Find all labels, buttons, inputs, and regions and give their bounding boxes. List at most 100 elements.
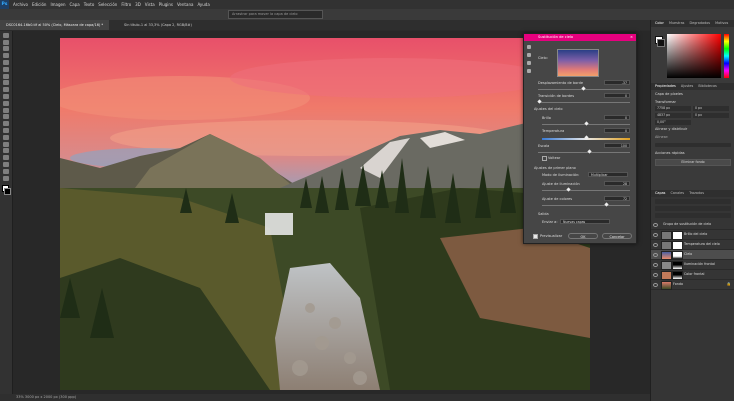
menu-capa[interactable]: Capa [70, 2, 80, 7]
layer-mask-thumbnail[interactable] [672, 241, 683, 250]
tab-layers[interactable]: Capas [655, 191, 665, 195]
tab-properties[interactable]: Propiedades [655, 84, 676, 88]
path-select-tool-icon[interactable] [3, 148, 9, 154]
scale-value[interactable]: 100 [604, 143, 630, 148]
visibility-eye-icon[interactable] [653, 233, 658, 237]
tab-adjustments[interactable]: Ajustes [681, 84, 693, 88]
preview-checkbox[interactable] [533, 234, 538, 239]
ok-button[interactable]: OK [568, 233, 598, 239]
edge-shift-slider[interactable] [538, 86, 630, 91]
history-brush-tool-icon[interactable] [3, 100, 9, 106]
flip-checkbox[interactable] [542, 156, 547, 161]
slider-knob[interactable] [587, 149, 592, 154]
height-field[interactable]: 4837 px [655, 113, 691, 118]
layer-row-front-lighting[interactable]: Iluminación frontal [651, 260, 734, 270]
eraser-tool-icon[interactable] [3, 107, 9, 113]
fade-edge-value[interactable]: 0 [604, 93, 630, 98]
fade-edge-slider[interactable] [537, 99, 630, 104]
tab-gradients[interactable]: Degradados [690, 21, 711, 25]
photoshop-logo[interactable]: Ps [0, 0, 9, 9]
hand-tool-icon[interactable] [527, 61, 531, 65]
type-tool-icon[interactable] [3, 141, 9, 147]
dialog-title-bar[interactable]: Sustitución de cielo × [524, 34, 636, 41]
scale-slider[interactable] [538, 149, 630, 154]
cancel-button[interactable]: Cancelar [602, 233, 632, 239]
layer-mask-thumbnail[interactable] [672, 261, 683, 270]
output-to-select[interactable]: Nuevas capas [560, 219, 610, 224]
menu-texto[interactable]: Texto [84, 2, 95, 7]
color-adjustment-slider[interactable] [542, 202, 630, 207]
layer-mask-thumbnail[interactable] [672, 271, 683, 280]
dodge-tool-icon[interactable] [3, 127, 9, 133]
zoom-tool-icon[interactable] [527, 69, 531, 73]
document-canvas[interactable] [60, 38, 590, 390]
hand-tool-icon[interactable] [3, 161, 9, 167]
pen-tool-icon[interactable] [3, 134, 9, 140]
menu-vista[interactable]: Vista [145, 2, 155, 7]
slider-knob[interactable] [584, 121, 589, 126]
sky-adjustments-header[interactable]: Ajustes del cielo [534, 107, 563, 111]
sky-preset-thumbnail[interactable] [557, 49, 599, 77]
stamp-tool-icon[interactable] [3, 93, 9, 99]
temperature-slider[interactable] [542, 135, 630, 140]
more-tools-icon[interactable] [3, 175, 9, 181]
zoom-tool-icon[interactable] [3, 168, 9, 174]
blend-mode-row[interactable] [655, 206, 731, 211]
tab-libraries[interactable]: Bibliotecas [698, 84, 717, 88]
color-adjustment-value[interactable]: 72 [604, 196, 630, 201]
blur-tool-icon[interactable] [3, 121, 9, 127]
align-buttons-row[interactable] [655, 143, 731, 147]
healing-tool-icon[interactable] [3, 80, 9, 86]
lock-row[interactable] [655, 213, 731, 218]
menu-filtro[interactable]: Filtro [121, 2, 131, 7]
tab-color[interactable]: Color [655, 21, 664, 25]
color-swatches[interactable] [0, 184, 12, 197]
menu-archivo[interactable]: Archivo [13, 2, 28, 7]
menu-edicion[interactable]: Edición [32, 2, 46, 7]
color-picker-field[interactable] [667, 34, 721, 78]
edge-shift-value[interactable]: -37 [604, 80, 630, 85]
slider-knob[interactable] [604, 202, 609, 207]
layer-row-background[interactable]: Fondo 🔒 [651, 280, 734, 290]
shape-tool-icon[interactable] [3, 155, 9, 161]
tab-swatches[interactable]: Muestras [669, 21, 685, 25]
layer-row-sky-brightness[interactable]: Brillo del cielo [651, 230, 734, 240]
lasso-tool-icon[interactable] [3, 46, 9, 52]
tab-channels[interactable]: Canales [671, 191, 684, 195]
slider-knob[interactable] [581, 86, 586, 91]
y-field[interactable]: 0 px [693, 113, 729, 118]
move-tool-icon[interactable] [3, 32, 9, 38]
tab-paths[interactable]: Trazados [689, 191, 704, 195]
remove-background-button[interactable]: Eliminar fondo [655, 159, 731, 166]
document-tab-active[interactable]: DSC0164-16b0.tif al 50% (Cielo, Máscara … [0, 20, 110, 30]
frame-tool-icon[interactable] [3, 66, 9, 72]
eyedropper-tool-icon[interactable] [3, 73, 9, 79]
visibility-eye-icon[interactable] [653, 223, 658, 227]
menu-ayuda[interactable]: Ayuda [197, 2, 209, 7]
menu-3d[interactable]: 3D [135, 2, 141, 7]
menu-imagen[interactable]: Imagen [50, 2, 65, 7]
visibility-eye-icon[interactable] [653, 243, 658, 247]
tab-patterns[interactable]: Motivos [715, 21, 728, 25]
panel-background-swatch[interactable] [657, 39, 665, 47]
layer-row-sky[interactable]: Cielo [651, 250, 734, 260]
lighting-adjustment-slider[interactable] [542, 187, 630, 192]
slider-knob[interactable] [537, 99, 542, 104]
temperature-value[interactable]: 0 [604, 128, 630, 133]
angle-field[interactable]: 0,00° [655, 120, 691, 125]
document-tab-2[interactable]: Sin título-1 al 33,3% (Capa 2, RGB/8#) [118, 20, 198, 30]
brightness-slider[interactable] [542, 121, 630, 126]
crop-tool-icon[interactable] [3, 59, 9, 65]
slider-knob[interactable] [566, 187, 571, 192]
layer-row-front-color[interactable]: Color frontal [651, 270, 734, 280]
hue-slider[interactable] [724, 34, 729, 78]
visibility-eye-icon[interactable] [653, 273, 658, 277]
layer-mask-thumbnail[interactable] [672, 231, 683, 240]
sky-brush-tool-icon[interactable] [527, 53, 531, 57]
menu-ventana[interactable]: Ventana [177, 2, 193, 7]
background-color-swatch[interactable] [4, 187, 11, 195]
layer-mask-thumbnail[interactable] [672, 251, 683, 260]
visibility-eye-icon[interactable] [653, 263, 658, 267]
menu-plugins[interactable]: Plugins [159, 2, 173, 7]
slider-knob[interactable] [584, 135, 589, 140]
